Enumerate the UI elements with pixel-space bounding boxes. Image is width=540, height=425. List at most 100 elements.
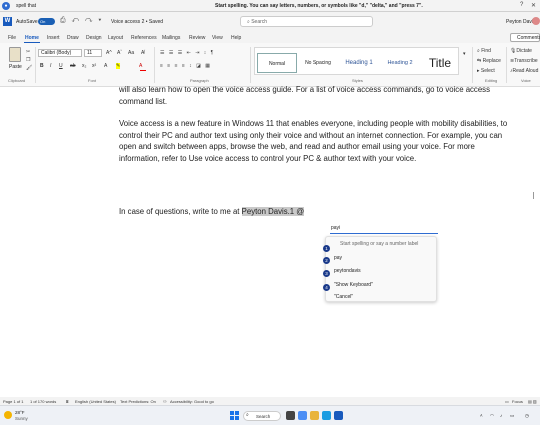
spelling-suggestions: 1 Start spelling or say a number label 2… (323, 236, 437, 302)
superscript-icon[interactable]: x² (92, 63, 96, 69)
tray-chevron-icon[interactable]: ˄ (480, 413, 483, 418)
selected-email-text[interactable]: Peyton Davis.1 @ (241, 207, 305, 216)
shrink-font-icon[interactable]: Aˇ (117, 50, 122, 56)
autosave-toggle[interactable]: On (38, 18, 55, 25)
number-label[interactable]: 3 (323, 270, 330, 277)
subscript-icon[interactable]: x₂ (82, 63, 86, 69)
word-logo-icon: W (3, 17, 12, 26)
font-color-icon[interactable]: A (139, 63, 142, 69)
page-count[interactable]: Page 1 of 1 (3, 399, 23, 404)
focus-button[interactable]: Focus (512, 399, 523, 404)
italic-icon[interactable]: I (50, 63, 51, 69)
focus-icon[interactable]: ▭ (505, 399, 509, 404)
style-heading-1[interactable]: Heading 1 (339, 53, 379, 73)
sun-icon[interactable] (4, 411, 12, 419)
edge-icon[interactable] (322, 411, 331, 420)
styles-gallery: Normal No Spacing Heading 1 Heading 2 Ti… (254, 47, 459, 75)
tab-mailings[interactable]: Mailings (162, 35, 180, 41)
grow-font-icon[interactable]: A^ (106, 50, 112, 56)
paste-icon[interactable] (9, 47, 21, 62)
proofing-icon[interactable]: ⌸ (66, 399, 68, 404)
microphone-icon[interactable]: ● (2, 2, 10, 10)
copy-icon[interactable]: ❐ (26, 57, 30, 63)
tab-view[interactable]: View (212, 35, 223, 41)
document-title[interactable]: Voice access 2 • Saved (111, 19, 163, 25)
wifi-icon[interactable]: ◠ (490, 413, 494, 419)
paragraph-3-text: In case of questions, write to me at (119, 207, 242, 216)
dictate-button[interactable]: 🎙Dictate (510, 48, 532, 54)
word-count[interactable]: 1 of 170 words (30, 399, 56, 404)
tab-draw[interactable]: Draw (67, 35, 79, 41)
scrollbar[interactable] (533, 192, 538, 199)
paragraph-1[interactable]: will also learn how to open the voice ac… (119, 84, 509, 107)
replace-button[interactable]: ⇆ Replace (477, 58, 501, 64)
paste-label[interactable]: Paste (9, 64, 22, 70)
task-view-icon[interactable] (286, 411, 295, 420)
underline-icon[interactable]: U (59, 63, 63, 69)
tab-references[interactable]: References (131, 35, 157, 41)
bold-icon[interactable]: B (40, 63, 44, 69)
widgets-icon[interactable] (298, 411, 307, 420)
transcribe-button[interactable]: ≋Transcribe (510, 58, 538, 64)
find-button[interactable]: ⌕ Find (477, 48, 491, 54)
word-app-icon[interactable] (334, 411, 343, 420)
search-icon: ⌕ (246, 412, 249, 418)
accessibility-status[interactable]: Accessibility: Good to go (170, 399, 214, 404)
clock-icon[interactable]: ◷ (525, 413, 529, 419)
format-painter-icon[interactable]: 🖌 (26, 65, 32, 71)
chevron-down-icon[interactable]: ▾ (463, 51, 466, 57)
tab-layout[interactable]: Layout (108, 35, 123, 41)
read-aloud-button[interactable]: ♪Read Aloud (510, 68, 538, 74)
number-label[interactable]: 2 (323, 257, 330, 264)
spelling-input[interactable]: payi (330, 223, 438, 234)
align-buttons[interactable]: ≡ ≡ ≡ ≡ ↕ ◪ ▦ (160, 63, 211, 69)
font-name-select[interactable]: Calibri (Body) (38, 49, 82, 57)
style-no-spacing[interactable]: No Spacing (299, 53, 337, 73)
menu-tabs: File Home Insert Draw Design Layout Refe… (0, 32, 540, 43)
cancel-option[interactable]: "Cancel" (334, 294, 353, 300)
language[interactable]: English (United States) (75, 399, 116, 404)
tab-design[interactable]: Design (86, 35, 102, 41)
view-icons[interactable]: ▤ ▥ (528, 399, 537, 404)
text-effects-icon[interactable]: A (104, 63, 107, 69)
avatar[interactable] (532, 17, 540, 25)
highlight-icon[interactable]: ✎ (116, 63, 121, 69)
voice-group-label: Voice (521, 78, 531, 83)
paragraph-2[interactable]: Voice access is a new feature in Windows… (119, 118, 511, 165)
suggestion-item[interactable]: peytondavis (334, 268, 361, 274)
question-icon[interactable]: ? (520, 2, 523, 8)
paragraph-3[interactable]: In case of questions, write to me at Pey… (119, 206, 419, 218)
strikethrough-icon[interactable]: ab (70, 63, 76, 69)
weather-status: Sunny (15, 416, 28, 421)
battery-icon[interactable]: ▭ (510, 413, 514, 419)
number-label[interactable]: 4 (323, 284, 330, 291)
style-normal[interactable]: Normal (257, 53, 297, 73)
tab-review[interactable]: Review (189, 35, 205, 41)
number-label[interactable]: 1 (323, 245, 330, 252)
style-title[interactable]: Title (421, 53, 459, 73)
text-predictions[interactable]: Text Predictions: On (120, 399, 156, 404)
tab-help[interactable]: Help (231, 35, 241, 41)
clear-format-icon[interactable]: A̸ (141, 50, 144, 56)
windows-start-icon[interactable] (230, 411, 239, 420)
volume-icon[interactable]: ♪ (500, 413, 502, 418)
tab-home[interactable]: Home (25, 35, 39, 41)
show-keyboard-option[interactable]: "Show Keyboard" (334, 282, 373, 288)
file-explorer-icon[interactable] (310, 411, 319, 420)
change-case-icon[interactable]: Aa (128, 50, 134, 56)
list-buttons[interactable]: ☰ ☰ ☰ ⇤ ⇥ ↕ ¶ (160, 50, 215, 56)
tab-insert[interactable]: Insert (47, 35, 60, 41)
accessibility-icon[interactable]: ⚇ (163, 399, 167, 404)
tab-file[interactable]: File (8, 35, 16, 41)
close-icon[interactable]: ✕ (531, 2, 536, 9)
document-canvas[interactable]: will also learn how to open the voice ac… (0, 85, 540, 392)
search-box[interactable]: ⌕ Search (240, 16, 373, 27)
font-size-select[interactable]: 11 (84, 49, 102, 57)
comments-button[interactable]: Comments (510, 33, 540, 42)
quick-access-icons[interactable]: ⎙ ↶ ↷ ▾ (60, 17, 103, 25)
style-heading-2[interactable]: Heading 2 (381, 53, 419, 73)
cut-icon[interactable]: ✂ (26, 49, 30, 55)
select-button[interactable]: ▸ Select (477, 68, 495, 74)
divider (35, 47, 36, 83)
suggestion-item[interactable]: pay (334, 255, 342, 261)
